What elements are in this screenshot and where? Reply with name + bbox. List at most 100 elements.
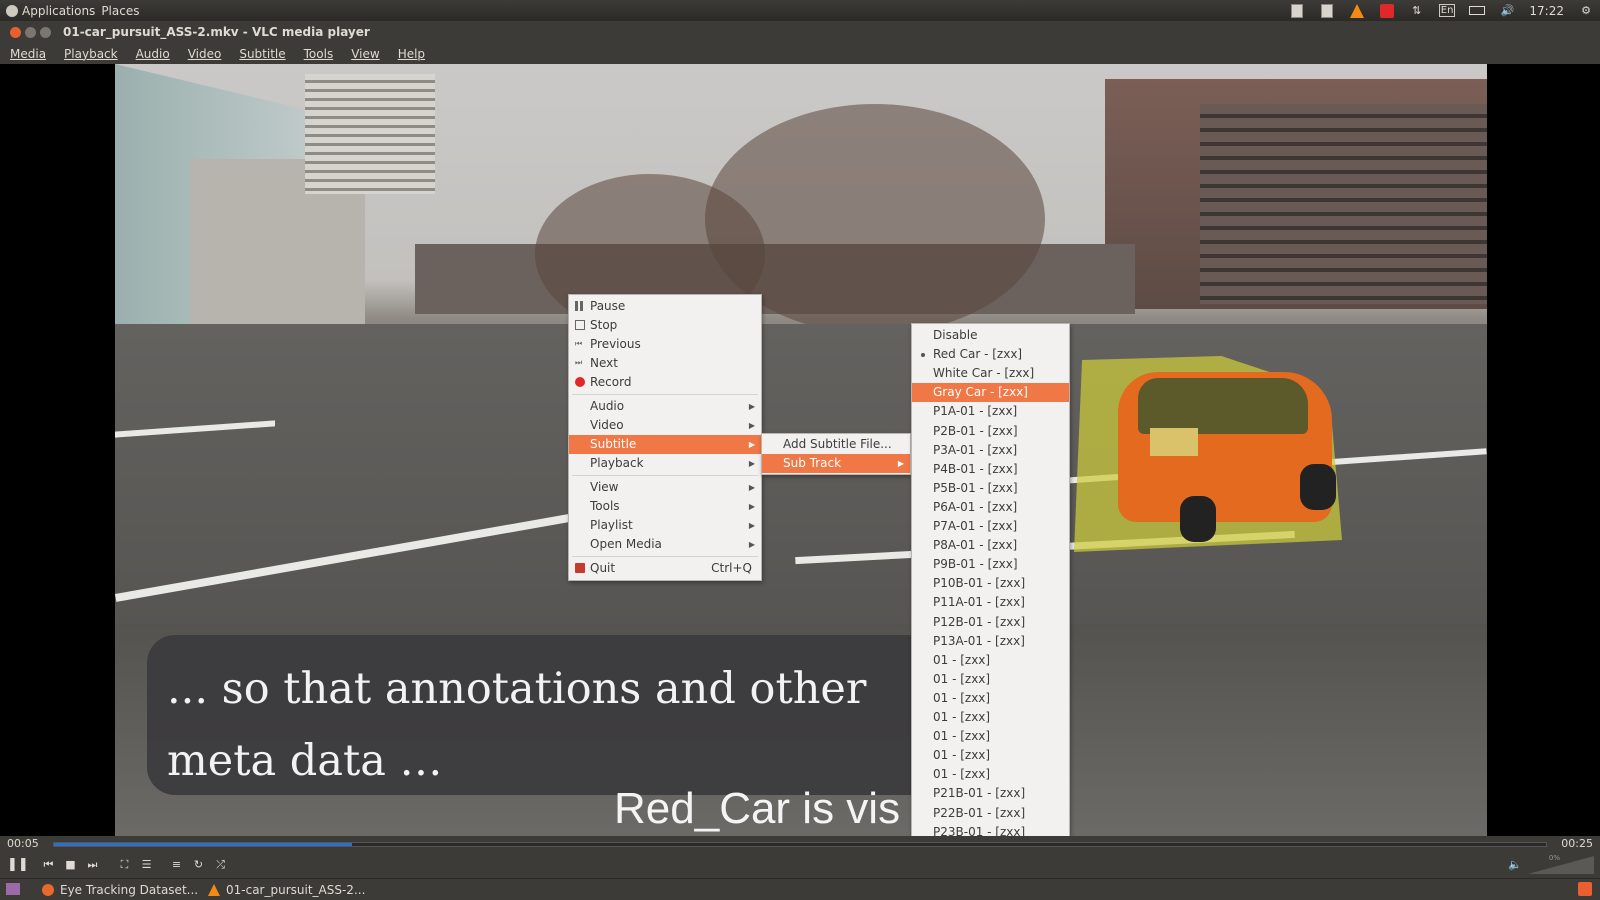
window-titlebar: 01-car_pursuit_ASS-2.mkv - VLC media pla… — [0, 21, 1600, 43]
sub-track-menu-item[interactable]: Sub Track ▶ — [762, 454, 910, 473]
menu-separator — [572, 556, 758, 557]
quit-shortcut: Ctrl+Q — [711, 561, 752, 575]
quit-menu-item[interactable]: Quit Ctrl+Q — [569, 559, 761, 578]
close-window-button[interactable] — [10, 26, 21, 38]
menu-tools[interactable]: Tools — [298, 47, 340, 61]
next-icon: ⏭ — [575, 358, 583, 367]
sub-track-item[interactable]: 01 - [zxx] — [912, 670, 1069, 689]
sub-track-item[interactable]: P5B-01 - [zxx] — [912, 479, 1069, 498]
pause-icon — [575, 301, 583, 311]
menu-view[interactable]: View — [345, 47, 385, 61]
keyboard-layout-indicator[interactable]: En — [1438, 4, 1456, 17]
menu-subtitle[interactable]: Subtitle — [233, 47, 291, 61]
playback-menu-item[interactable]: Playback ▶ — [569, 454, 761, 473]
sub-track-item[interactable]: P1A-01 - [zxx] — [912, 402, 1069, 421]
seek-slider[interactable] — [53, 842, 1547, 847]
sub-track-item[interactable]: P10B-01 - [zxx] — [912, 574, 1069, 593]
sub-track-item[interactable]: P6A-01 - [zxx] — [912, 498, 1069, 517]
document-icon[interactable] — [1289, 3, 1305, 18]
sub-track-item[interactable]: 01 - [zxx] — [912, 765, 1069, 784]
taskbar-item-browser[interactable]: Eye Tracking Dataset... — [42, 882, 198, 898]
maximize-window-button[interactable] — [40, 26, 51, 38]
stop-button[interactable]: ■ — [62, 856, 79, 873]
menu-help[interactable]: Help — [392, 47, 431, 61]
previous-menu-item[interactable]: ⏮ Previous — [569, 335, 761, 354]
sub-track-item[interactable]: 01 - [zxx] — [912, 651, 1069, 670]
sub-track-item[interactable]: 01 - [zxx] — [912, 708, 1069, 727]
sub-track-item[interactable]: Red Car - [zxx] — [912, 345, 1069, 364]
sub-track-item[interactable]: P22B-01 - [zxx] — [912, 804, 1069, 823]
shuffle-button[interactable]: ⤮ — [212, 856, 229, 873]
gear-icon[interactable]: ⚙ — [1578, 4, 1594, 18]
taskbar-item-vlc[interactable]: 01-car_pursuit_ASS-2... — [208, 882, 365, 898]
volume-tray-icon[interactable]: 🔊 — [1499, 4, 1515, 18]
document-icon[interactable] — [1319, 3, 1335, 18]
quit-label: Quit — [590, 561, 616, 575]
next-button[interactable]: ⏭ — [84, 856, 101, 873]
network-icon[interactable]: ⇅ — [1409, 4, 1425, 18]
sub-track-item[interactable]: P2B-01 - [zxx] — [912, 422, 1069, 441]
pause-button[interactable]: ❚❚ — [7, 856, 29, 873]
sub-track-item[interactable]: P12B-01 - [zxx] — [912, 613, 1069, 632]
playlist-button[interactable]: ≡ — [168, 856, 185, 873]
tools-menu-item[interactable]: Tools ▶ — [569, 497, 761, 516]
playlist-label: Playlist — [590, 518, 633, 532]
sub-track-item[interactable]: P21B-01 - [zxx] — [912, 784, 1069, 803]
ubuntu-logo-icon — [6, 4, 18, 17]
stop-menu-item[interactable]: Stop — [569, 316, 761, 335]
stop-icon — [575, 320, 585, 330]
sub-track-item[interactable]: White Car - [zxx] — [912, 364, 1069, 383]
bottom-taskbar: Eye Tracking Dataset... 01-car_pursuit_A… — [0, 878, 1600, 900]
menu-playback[interactable]: Playback — [58, 47, 124, 61]
show-desktop-icon[interactable] — [6, 883, 20, 895]
menu-audio[interactable]: Audio — [130, 47, 176, 61]
minimize-window-button[interactable] — [25, 26, 36, 38]
sub-track-item[interactable]: 01 - [zxx] — [912, 727, 1069, 746]
previous-button[interactable]: ⏮ — [40, 856, 57, 873]
submenu-arrow-icon: ▶ — [748, 540, 755, 549]
sub-track-item[interactable]: Disable — [912, 326, 1069, 345]
next-label: Next — [590, 356, 618, 370]
sub-track-label: White Car - [zxx] — [933, 366, 1035, 381]
caption-line-1: ... so that annotations and other — [167, 664, 867, 714]
volume-slider[interactable] — [1528, 856, 1594, 874]
menu-separator — [572, 394, 758, 395]
menu-video[interactable]: Video — [182, 47, 228, 61]
sub-track-item[interactable]: 01 - [zxx] — [912, 689, 1069, 708]
fullscreen-button[interactable]: ⛶ — [116, 856, 133, 873]
sub-track-label: P8A-01 - [zxx] — [933, 538, 1018, 553]
places-menu[interactable]: Places — [101, 4, 139, 18]
next-menu-item[interactable]: ⏭ Next — [569, 354, 761, 373]
audio-menu-item[interactable]: Audio ▶ — [569, 397, 761, 416]
applications-menu[interactable]: Applications — [6, 4, 95, 18]
playlist-menu-item[interactable]: Playlist ▶ — [569, 516, 761, 535]
sub-track-item[interactable]: P13A-01 - [zxx] — [912, 632, 1069, 651]
sub-track-item[interactable]: P4B-01 - [zxx] — [912, 460, 1069, 479]
sub-track-item[interactable]: P8A-01 - [zxx] — [912, 536, 1069, 555]
record-tray-icon[interactable] — [1379, 3, 1395, 18]
vlc-tray-icon[interactable] — [1349, 3, 1365, 18]
sub-track-item[interactable]: P9B-01 - [zxx] — [912, 555, 1069, 574]
subtitle-menu-item[interactable]: Subtitle ▶ — [569, 435, 761, 454]
pause-menu-item[interactable]: Pause — [569, 297, 761, 316]
clock[interactable]: 17:22 — [1529, 4, 1564, 18]
loop-button[interactable]: ↻ — [190, 856, 207, 873]
open-media-menu-item[interactable]: Open Media ▶ — [569, 535, 761, 554]
speaker-icon[interactable]: 🔈 — [1508, 858, 1522, 871]
sub-track-item[interactable]: Gray Car - [zxx] — [912, 383, 1069, 403]
car-wheel — [1180, 496, 1216, 542]
add-subtitle-file-menu-item[interactable]: Add Subtitle File... — [762, 435, 910, 454]
sub-track-item[interactable]: P3A-01 - [zxx] — [912, 441, 1069, 460]
menu-media[interactable]: Media — [4, 47, 52, 61]
trash-icon[interactable] — [1578, 882, 1592, 896]
sub-track-item[interactable]: P11A-01 - [zxx] — [912, 593, 1069, 612]
sub-track-item[interactable]: 01 - [zxx] — [912, 746, 1069, 765]
video-menu-item[interactable]: Video ▶ — [569, 416, 761, 435]
sub-track-item[interactable]: P7A-01 - [zxx] — [912, 517, 1069, 536]
video-label: Video — [590, 418, 624, 432]
sub-track-label: P3A-01 - [zxx] — [933, 442, 1018, 457]
battery-icon[interactable] — [1469, 4, 1486, 18]
view-menu-item[interactable]: View ▶ — [569, 478, 761, 497]
record-menu-item[interactable]: Record — [569, 373, 761, 392]
extended-settings-button[interactable]: ☰ — [138, 856, 155, 873]
